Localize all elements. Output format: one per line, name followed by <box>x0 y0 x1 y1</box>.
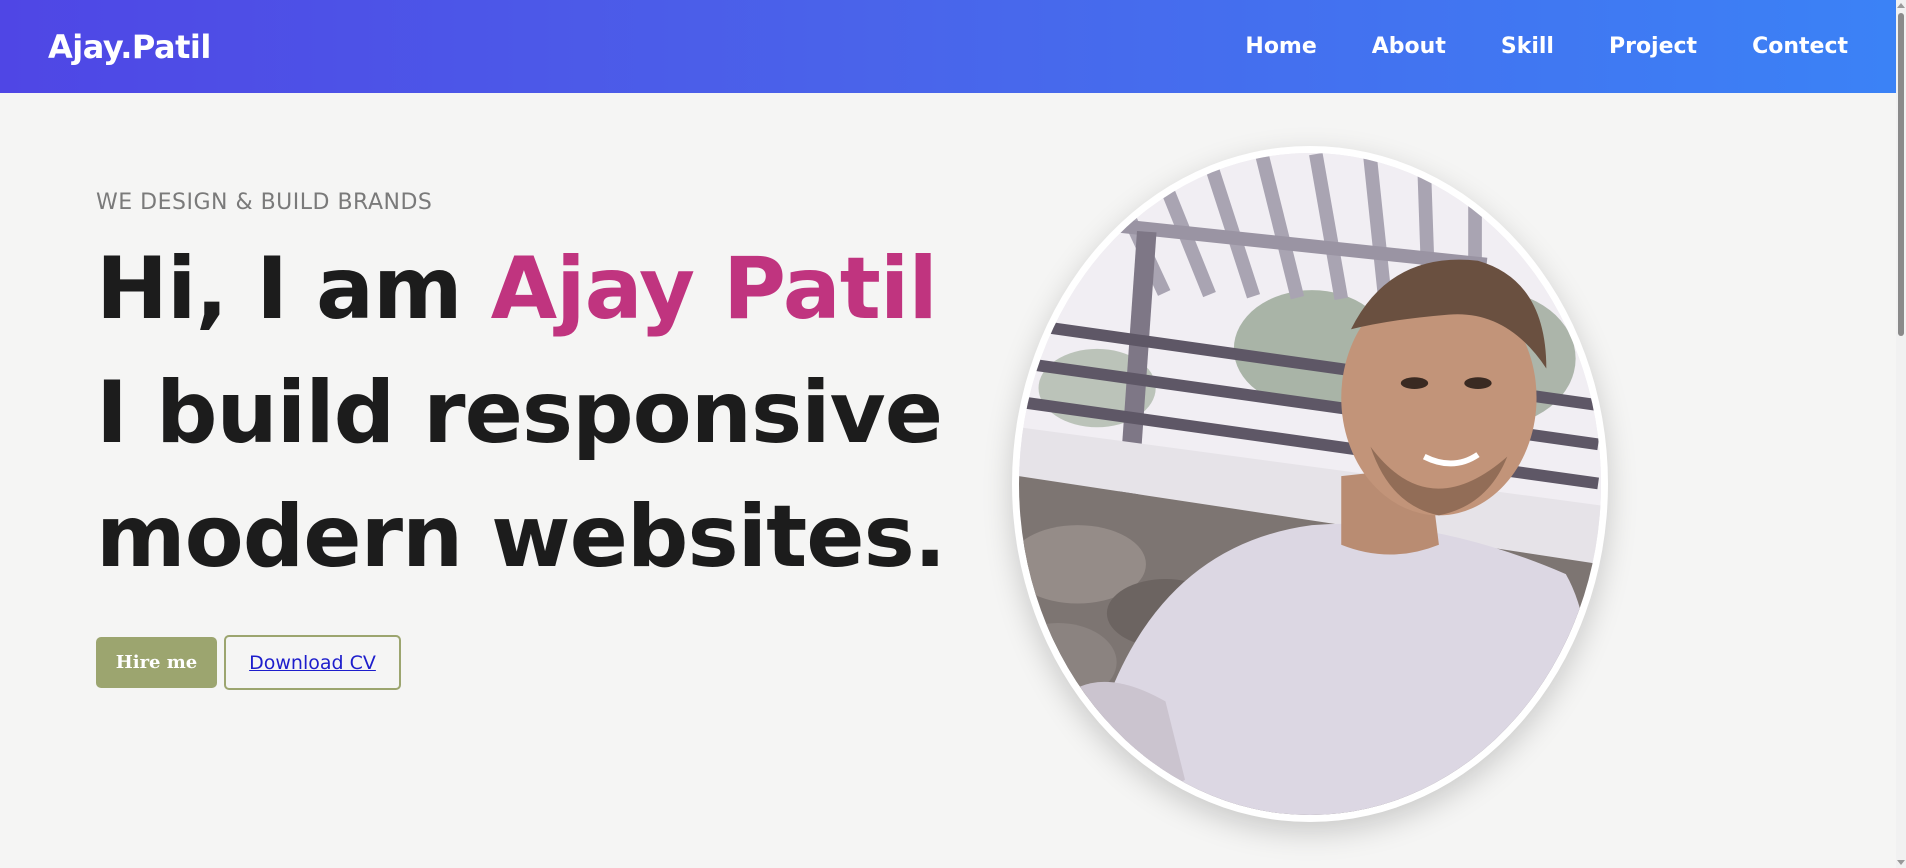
scrollbar-thumb[interactable] <box>1898 13 1904 336</box>
vertical-scrollbar[interactable] <box>1896 0 1906 868</box>
page: Ajay.Patil Home About Skill Project Cont… <box>0 0 1896 868</box>
hero-buttons: Hire me Download CV <box>96 635 956 690</box>
hero-heading: Hi, I am Ajay Patil I build responsive m… <box>96 227 956 599</box>
hero-line-2: I build responsive <box>96 363 943 463</box>
nav-link-about[interactable]: About <box>1372 34 1446 59</box>
hero-tagline: WE DESIGN & BUILD BRANDS <box>96 190 433 215</box>
nav-link-skill[interactable]: Skill <box>1501 34 1554 59</box>
hire-me-button[interactable]: Hire me <box>96 637 217 688</box>
hero-text: WE DESIGN & BUILD BRANDS Hi, I am Ajay P… <box>96 190 956 690</box>
main-nav: Home About Skill Project Contect <box>1190 34 1848 59</box>
nav-link-project[interactable]: Project <box>1609 34 1697 59</box>
scroll-down-arrow-icon[interactable] <box>1897 860 1905 865</box>
hero-line-3: modern websites. <box>96 487 946 587</box>
profile-photo <box>1012 146 1608 822</box>
scroll-up-arrow-icon[interactable] <box>1897 3 1905 8</box>
nav-link-contect[interactable]: Contect <box>1752 34 1848 59</box>
download-cv-link[interactable]: Download CV <box>249 652 376 674</box>
nav-link-home[interactable]: Home <box>1245 34 1316 59</box>
hero-name: Ajay Patil <box>490 239 938 339</box>
site-logo[interactable]: Ajay.Patil <box>48 28 211 66</box>
download-cv-button[interactable]: Download CV <box>224 635 401 690</box>
navbar: Ajay.Patil Home About Skill Project Cont… <box>0 0 1896 93</box>
hero-greeting: Hi, I am <box>96 239 491 339</box>
profile-photo-image <box>1019 153 1601 815</box>
